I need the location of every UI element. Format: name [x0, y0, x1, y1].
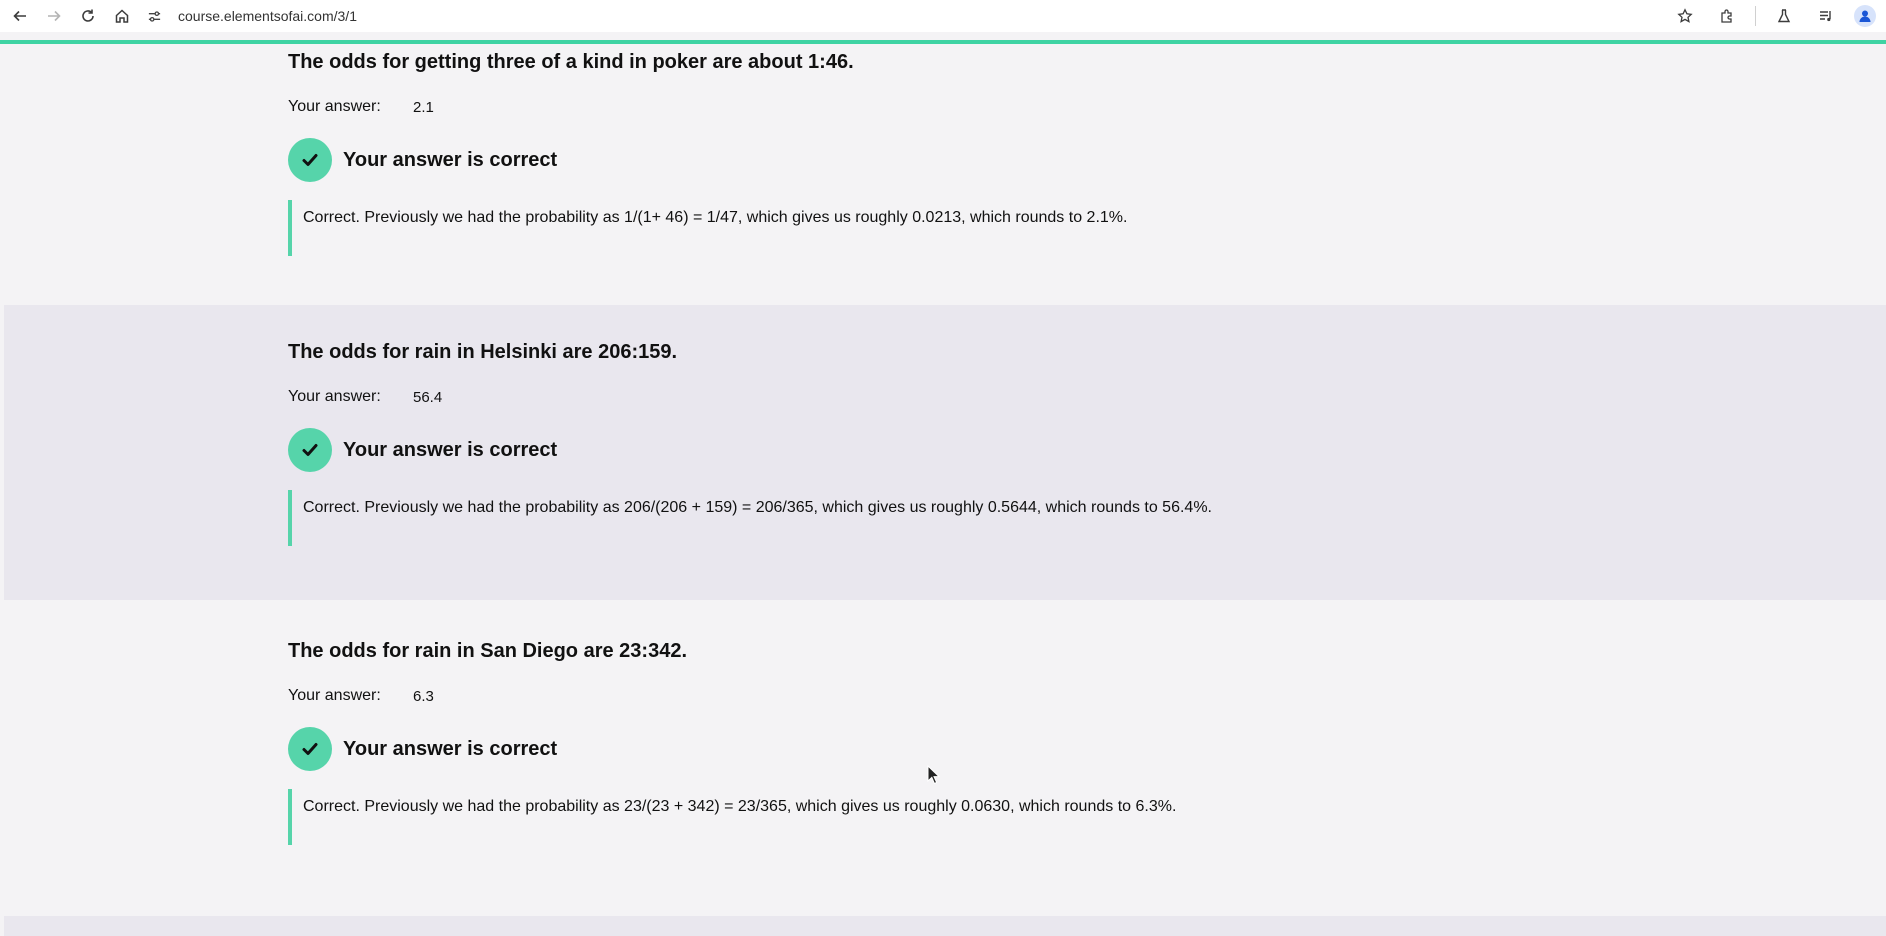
mouse-cursor-icon — [927, 765, 941, 785]
toolbar-divider — [1755, 6, 1756, 26]
explanation: Correct. Previously we had the probabili… — [288, 789, 1176, 845]
person-icon — [1859, 10, 1871, 22]
url-text[interactable]: course.elementsofai.com/3/1 — [178, 8, 357, 24]
browser-toolbar: course.elementsofai.com/3/1 — [0, 0, 1886, 32]
question-section-4 — [4, 916, 1886, 936]
arrow-left-icon — [13, 10, 26, 22]
result-status: Your answer is correct — [343, 438, 558, 461]
media-controls-button[interactable] — [1812, 2, 1840, 30]
answer-row: Your answer: 2.1 — [288, 98, 1127, 116]
forward-button[interactable] — [40, 2, 68, 30]
answer-label: Your answer: — [288, 687, 381, 704]
quiz-results: The odds for getting three of a kind in … — [0, 44, 1886, 936]
explanation: Correct. Previously we had the probabili… — [288, 200, 1127, 256]
check-icon — [288, 727, 332, 771]
arrow-right-icon — [48, 10, 61, 22]
answer-value: 2.1 — [413, 98, 434, 116]
flask-icon — [1777, 9, 1791, 23]
site-info-icon[interactable] — [144, 6, 164, 26]
question-section-3: The odds for rain in San Diego are 23:34… — [0, 600, 1886, 916]
star-icon — [1677, 8, 1693, 23]
playlist-icon — [1820, 11, 1831, 22]
result-row: Your answer is correct — [288, 727, 1176, 771]
answer-label: Your answer: — [288, 388, 381, 405]
extensions-button[interactable] — [1713, 2, 1741, 30]
check-icon — [288, 138, 332, 182]
question-section-1: The odds for getting three of a kind in … — [0, 44, 1886, 305]
answer-row: Your answer: 56.4 — [288, 388, 1212, 406]
address-bar[interactable]: course.elementsofai.com/3/1 — [144, 2, 1657, 30]
question-section-2: The odds for rain in Helsinki are 206:15… — [4, 305, 1886, 600]
explanation: Correct. Previously we had the probabili… — [288, 490, 1212, 546]
labs-button[interactable] — [1770, 2, 1798, 30]
result-status: Your answer is correct — [343, 737, 558, 760]
answer-value: 6.3 — [413, 687, 434, 705]
home-icon — [115, 9, 129, 23]
reload-button[interactable] — [74, 2, 102, 30]
result-status: Your answer is correct — [343, 148, 558, 171]
reload-icon — [82, 9, 94, 22]
question-title: The odds for rain in San Diego are 23:34… — [288, 640, 687, 662]
home-button[interactable] — [108, 2, 136, 30]
answer-value: 56.4 — [413, 388, 443, 406]
answer-row: Your answer: 6.3 — [288, 687, 1176, 705]
check-icon — [288, 428, 332, 472]
back-button[interactable] — [6, 2, 34, 30]
answer-label: Your answer: — [288, 98, 381, 115]
profile-avatar[interactable] — [1854, 5, 1876, 27]
question-title: The odds for rain in Helsinki are 206:15… — [288, 341, 678, 363]
bookmark-star-button[interactable] — [1671, 2, 1699, 30]
puzzle-icon — [1721, 9, 1732, 23]
question-title: The odds for getting three of a kind in … — [288, 51, 854, 73]
result-row: Your answer is correct — [288, 138, 1127, 182]
result-row: Your answer is correct — [288, 428, 1212, 472]
